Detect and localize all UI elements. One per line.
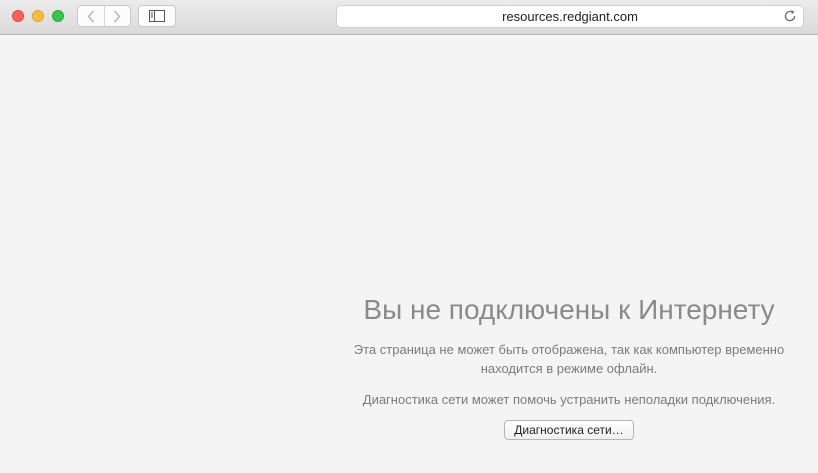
network-diagnostics-button[interactable]: Диагностика сети… bbox=[504, 420, 634, 440]
offline-description-line-2: находится в режиме офлайн. bbox=[480, 361, 658, 376]
reload-icon[interactable] bbox=[783, 9, 797, 23]
address-text: resources.redgiant.com bbox=[502, 9, 638, 24]
zoom-window-button[interactable] bbox=[52, 10, 64, 22]
sidebar-toggle-button[interactable] bbox=[138, 5, 176, 27]
window-titlebar: resources.redgiant.com bbox=[0, 0, 818, 35]
minimize-window-button[interactable] bbox=[32, 10, 44, 22]
forward-button[interactable] bbox=[103, 6, 131, 26]
close-window-button[interactable] bbox=[12, 10, 24, 22]
chevron-left-icon bbox=[87, 10, 94, 22]
offline-description-line-1: Эта страница не может быть отображена, т… bbox=[353, 342, 785, 357]
sidebar-icon bbox=[149, 10, 165, 22]
offline-message: Вы не подключены к Интернету Эта страниц… bbox=[330, 290, 808, 440]
back-button[interactable] bbox=[78, 6, 104, 26]
address-bar[interactable]: resources.redgiant.com bbox=[336, 5, 804, 28]
navigation-buttons bbox=[77, 5, 131, 27]
offline-title: Вы не подключены к Интернету bbox=[363, 294, 775, 325]
offline-description: Эта страница не может быть отображена, т… bbox=[330, 340, 808, 378]
chevron-right-icon bbox=[114, 10, 121, 22]
diagnostics-hint: Диагностика сети может помочь устранить … bbox=[362, 392, 776, 407]
